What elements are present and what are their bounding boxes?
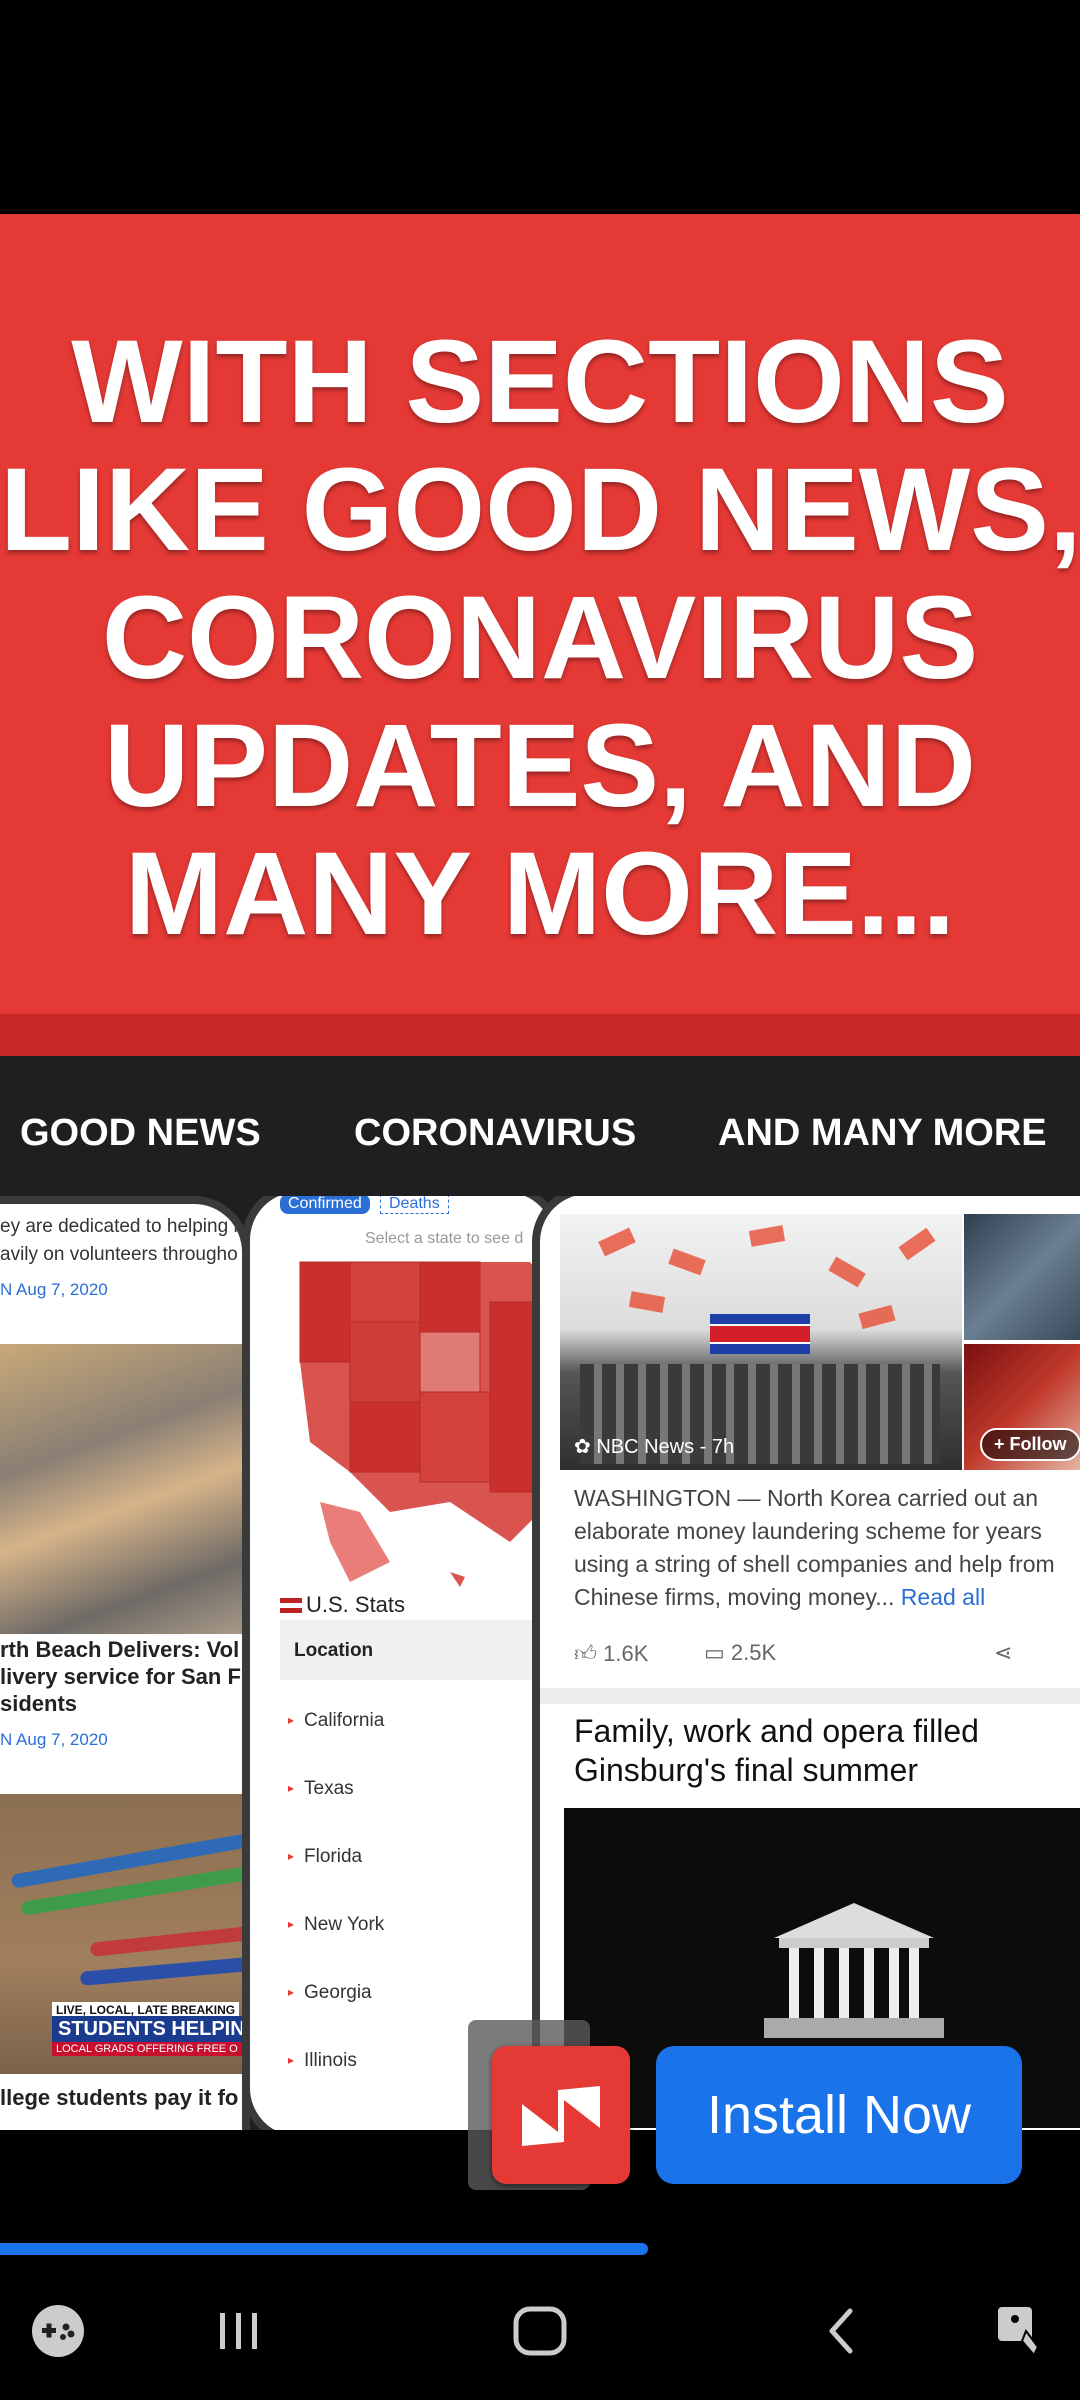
home-icon[interactable] <box>500 2296 580 2366</box>
city-aerial-image <box>0 1344 242 1634</box>
game-controller-icon[interactable] <box>18 2296 98 2366</box>
state-row[interactable]: ▸ California <box>288 1710 384 1732</box>
article-summary: WASHINGTON — North Korea carried out an … <box>574 1482 1080 1614</box>
headline-line: WITH SECTIONS <box>71 316 1009 448</box>
feed-divider <box>540 1688 1080 1704</box>
bullet-icon: ▸ <box>288 1849 295 1863</box>
article-actions: 👍︎ 1.6K ▭ 2.5K ⋖ ⋮ <box>574 1634 1080 1674</box>
state-name: Florida <box>304 1846 363 1867</box>
phone-many-more: ✿ NBC News - 7h + Follow WASHINGTON — No… <box>532 1196 1080 2130</box>
location-header: Location <box>294 1640 374 1661</box>
article-title-line: rth Beach Delivers: Vol <box>0 1637 240 1662</box>
news-banner-main: STUDENTS HELPIN <box>52 2016 242 2043</box>
bullet-icon: ▸ <box>288 1713 295 1727</box>
us-flag-icon <box>280 1598 302 1613</box>
category-coronavirus: CORONAVIRUS <box>354 1112 637 1154</box>
phone-good-news: ey are dedicated to helping la avily on … <box>0 1196 250 2130</box>
bullet-icon: ▸ <box>288 1985 295 1999</box>
ad-screen: WITH SECTIONS LIKE GOOD NEWS, CORONAVIRU… <box>0 0 1080 2400</box>
article-title[interactable]: Family, work and opera filled Ginsburg's… <box>574 1712 1080 1790</box>
phone-coronavirus: Confirmed Deaths Select a state to see d… <box>242 1196 562 2130</box>
thumbnail-image[interactable] <box>964 1214 1080 1340</box>
source-name: NBC News - 7h <box>596 1436 735 1458</box>
install-now-button[interactable]: Install Now <box>656 2046 1022 2184</box>
phone-mockups: ey are dedicated to helping la avily on … <box>0 1196 1080 2130</box>
like-count: 1.6K <box>603 1641 649 1666</box>
share-icon[interactable]: ⋖ <box>994 1640 1012 1666</box>
state-name: California <box>304 1710 385 1731</box>
headline-line: MANY MORE... <box>124 828 956 960</box>
headline-text: WITH SECTIONS LIKE GOOD NEWS, CORONAVIRU… <box>0 318 1080 958</box>
recent-apps-icon[interactable] <box>198 2296 278 2366</box>
newsbreak-logo-icon[interactable] <box>492 2046 630 2184</box>
source-label: ✿ NBC News - 7h <box>574 1434 734 1459</box>
article-meta: N Aug 7, 2020 <box>0 1730 108 1749</box>
us-stats-label: U.S. Stats <box>306 1592 406 1617</box>
comment-icon: ▭ <box>704 1640 731 1665</box>
us-state-map[interactable] <box>290 1242 562 1612</box>
article-title-line: sidents <box>0 1691 78 1716</box>
app-logo <box>522 2086 600 2146</box>
state-row[interactable]: ▸ Florida <box>288 1846 362 1868</box>
north-korea-hero-image <box>560 1214 962 1470</box>
state-name: Texas <box>304 1778 354 1799</box>
article-snippet: ey are dedicated to helping la <box>0 1216 249 1237</box>
headline-line: LIKE GOOD NEWS, <box>0 444 1080 576</box>
us-stats-title: U.S. Stats <box>280 1592 405 1618</box>
more-icon[interactable]: ⋮ <box>1074 1640 1080 1666</box>
headline-line: CORONAVIRUS <box>101 572 979 704</box>
comment-count: 2.5K <box>730 1640 777 1665</box>
article-title: llege students pay it fo <box>0 2085 239 2110</box>
tab-deaths[interactable]: Deaths <box>380 1196 449 1214</box>
bullet-icon: ▸ <box>288 1781 295 1795</box>
state-name: Georgia <box>304 1982 372 2003</box>
bullet-icon: ▸ <box>288 1917 295 1931</box>
state-row[interactable]: ▸ Georgia <box>288 1982 372 2004</box>
comment-button[interactable]: ▭ 2.5K <box>704 1640 776 1666</box>
accessibility-touch-icon[interactable] <box>982 2296 1062 2366</box>
article-snippet: avily on volunteers througho <box>0 1244 238 1265</box>
category-good-news: GOOD NEWS <box>20 1112 261 1154</box>
tab-confirmed[interactable]: Confirmed <box>280 1196 370 1214</box>
back-icon[interactable] <box>802 2296 882 2366</box>
read-all-link[interactable]: Read all <box>901 1584 985 1610</box>
headline-line: UPDATES, AND <box>104 700 976 832</box>
state-row[interactable]: ▸ Texas <box>288 1778 354 1800</box>
state-row[interactable]: ▸ Illinois <box>288 2050 357 2072</box>
state-row[interactable]: ▸ New York <box>288 1914 384 1936</box>
state-name: New York <box>304 1914 385 1935</box>
news-banner-sub: LOCAL GRADS OFFERING FREE O <box>52 2042 242 2056</box>
article-title: rth Beach Delivers: Vol livery service f… <box>0 1636 250 1717</box>
category-many-more: AND MANY MORE <box>718 1112 1047 1154</box>
follow-button[interactable]: + Follow <box>980 1428 1080 1461</box>
ad-progress-bar <box>0 2243 648 2255</box>
bullet-icon: ▸ <box>288 2053 295 2067</box>
article-title-line: livery service for San Fr <box>0 1664 250 1689</box>
state-name: Illinois <box>304 2050 357 2071</box>
like-button[interactable]: 👍︎ 1.6K <box>574 1640 648 1667</box>
thumbs-up-icon: 👍︎ <box>574 1641 604 1666</box>
banner-stripe <box>0 1014 1080 1056</box>
nbc-logo-icon: ✿ <box>574 1436 597 1458</box>
court-building-icon <box>764 1903 944 2038</box>
article-meta: N Aug 7, 2020 <box>0 1280 108 1299</box>
